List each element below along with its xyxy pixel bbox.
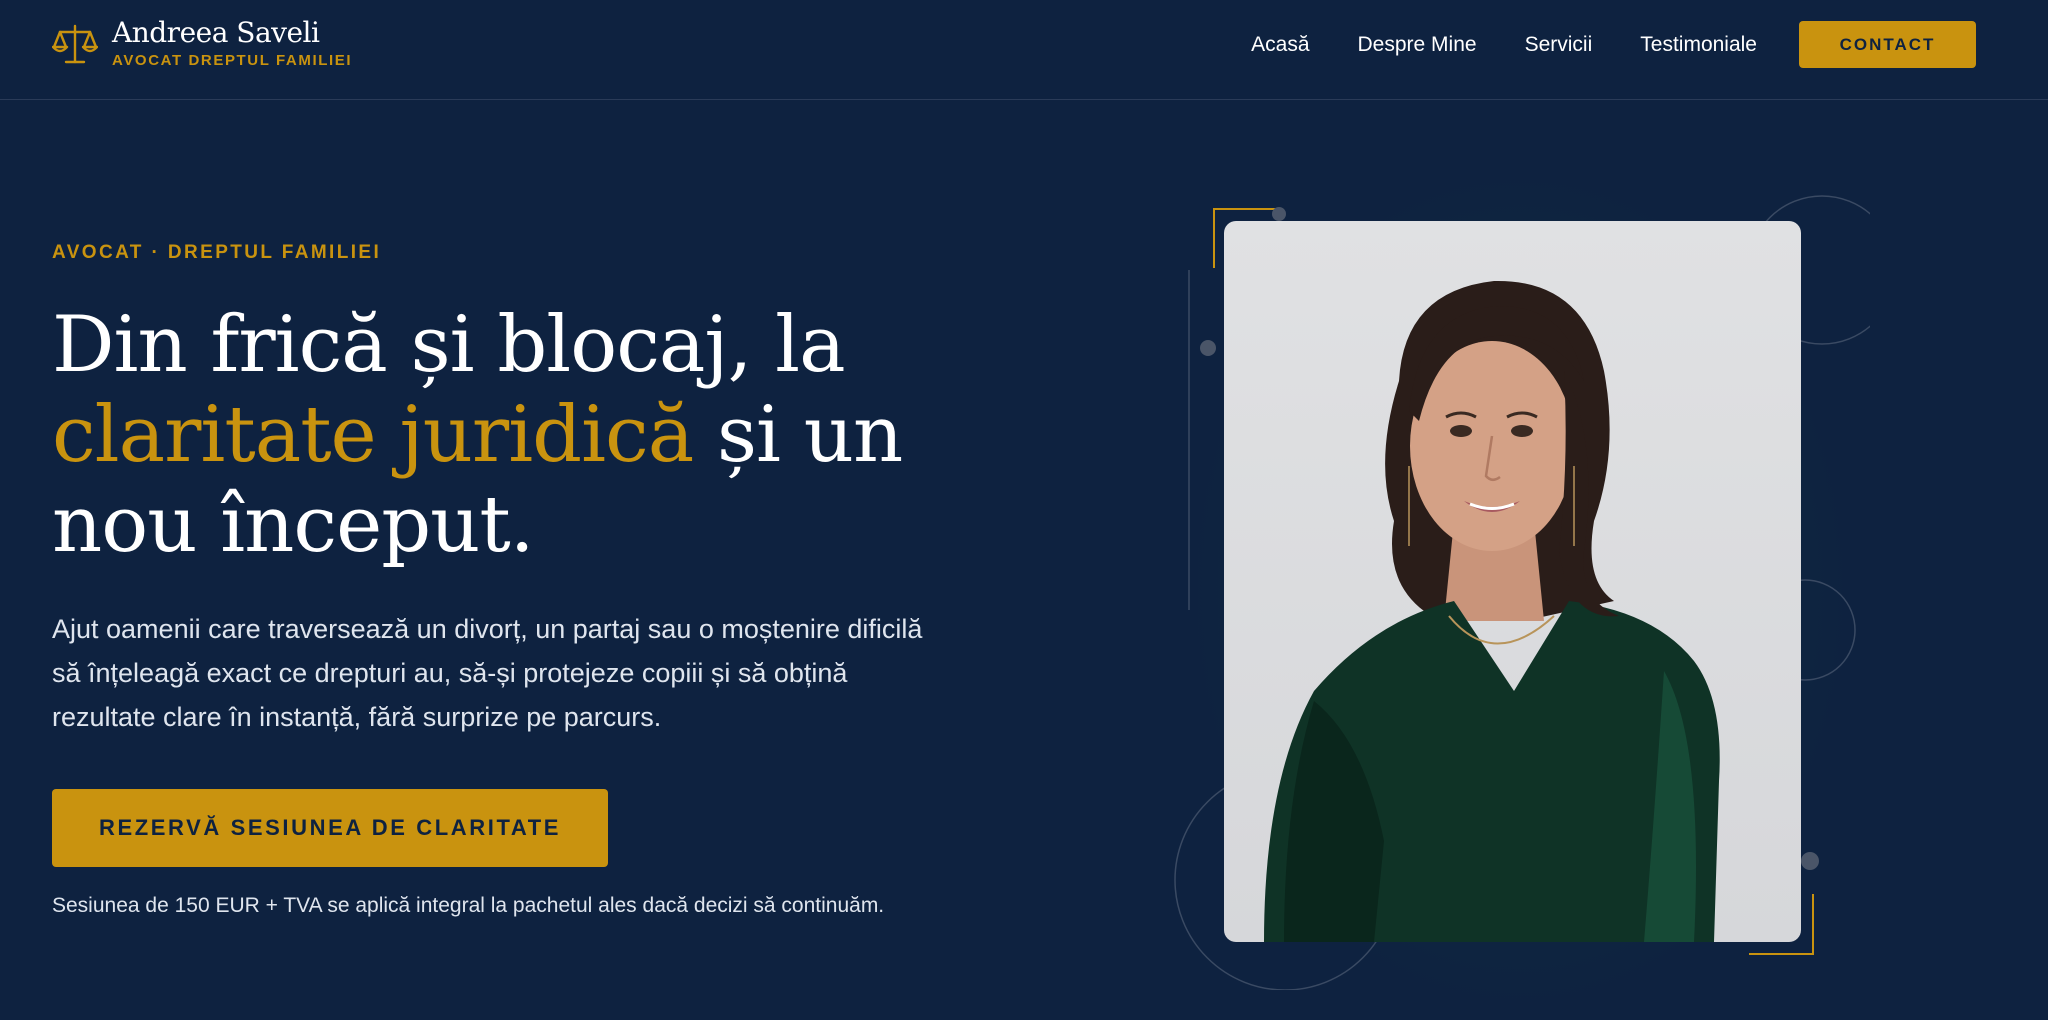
hero-eyebrow: AVOCAT · DREPTUL FAMILIEI bbox=[52, 242, 382, 263]
brand-name: Andreea Saveli bbox=[112, 16, 320, 49]
nav-links: Acasă Despre Mine Servicii Testimoniale bbox=[1203, 31, 1757, 59]
top-navbar: Andreea Saveli AVOCAT DREPTUL FAMILIEI A… bbox=[0, 0, 2048, 100]
brand-subtitle: AVOCAT DREPTUL FAMILIEI bbox=[112, 52, 353, 69]
nav-link-acasa[interactable]: Acasă bbox=[1251, 31, 1309, 59]
lawyer-portrait-photo bbox=[1224, 221, 1801, 942]
contact-button[interactable]: CONTACT bbox=[1799, 21, 1976, 68]
session-price-note: Sesiunea de 150 EUR + TVA se aplică inte… bbox=[52, 894, 885, 917]
brand[interactable]: Andreea Saveli AVOCAT DREPTUL FAMILIEI bbox=[52, 16, 352, 69]
headline-part1: Din frică și blocaj, la bbox=[52, 300, 846, 390]
nav-link-despre-mine[interactable]: Despre Mine bbox=[1358, 31, 1477, 59]
portrait-illustration bbox=[1264, 280, 1720, 942]
hero-headline: Din frică și blocaj, la claritate juridi… bbox=[52, 300, 952, 570]
nav-link-testimoniale[interactable]: Testimoniale bbox=[1640, 31, 1757, 59]
headline-accent: claritate juridică bbox=[52, 390, 694, 480]
book-session-button[interactable]: REZERVĂ SESIUNEA DE CLARITATE bbox=[52, 789, 608, 867]
scales-of-justice-icon bbox=[52, 24, 98, 64]
hero-lead-paragraph: Ajut oamenii care traversează un divorț,… bbox=[52, 614, 923, 732]
nav-link-servicii[interactable]: Servicii bbox=[1525, 31, 1593, 59]
